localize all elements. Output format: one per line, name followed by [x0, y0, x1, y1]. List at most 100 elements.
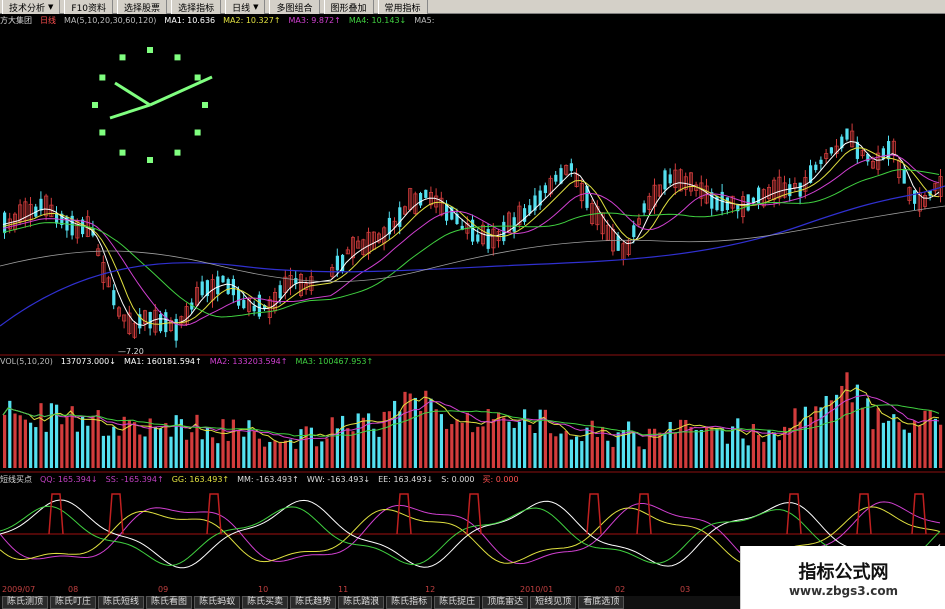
candlestick — [34, 203, 38, 218]
buy-signal-spike — [48, 493, 64, 535]
volume-bar — [606, 440, 610, 468]
watermark-logo: 指标公式网 www.zbgs3.com — [740, 546, 945, 609]
indicator-tab[interactable]: 陈氏指标 — [386, 596, 433, 609]
volume-bar — [637, 446, 641, 468]
toolbar-button-label: F10资料 — [71, 3, 107, 14]
volume-bar — [341, 415, 345, 468]
volume-bar — [595, 436, 599, 468]
volume-bar — [65, 416, 69, 468]
clock-tick — [99, 129, 106, 136]
candlestick — [413, 191, 418, 216]
clock-icon — [92, 47, 213, 163]
toolbar-button-2[interactable]: 选择股票 — [117, 0, 168, 14]
volume-bar — [413, 397, 417, 468]
volume-bar — [351, 431, 355, 468]
candlestick — [81, 216, 85, 238]
volume-bar — [216, 443, 220, 468]
indicator-tab[interactable]: 陈氏叮庄 — [50, 596, 97, 609]
candlestick — [626, 238, 631, 257]
candlestick — [736, 204, 740, 219]
toolbar-button-4[interactable]: 日线 ▼ — [225, 0, 266, 14]
volume-bar — [471, 432, 475, 468]
candlestick — [138, 308, 142, 334]
indicator-tab[interactable]: 顶底雷达 — [482, 596, 529, 609]
vol-ma2: MA2: 133203.594↑ — [209, 357, 288, 366]
toolbar-button-0[interactable]: 技术分析 ▼ — [2, 0, 61, 14]
watermark-title: 指标公式网 — [798, 561, 889, 583]
toolbar-button-5[interactable]: 多图组合 — [269, 0, 320, 14]
candlestick — [923, 192, 928, 210]
candlestick — [101, 255, 106, 290]
volume-bar — [793, 408, 797, 468]
volume-bar — [382, 411, 386, 468]
volume-bar — [845, 372, 849, 468]
volume-bar — [777, 440, 781, 468]
indicator-tab[interactable]: 陈氏踏浪 — [338, 596, 385, 609]
volume-bar — [86, 425, 90, 468]
toolbar-button-1[interactable]: F10资料 — [64, 0, 114, 14]
ma5-line — [0, 185, 945, 327]
candlestick — [699, 175, 704, 207]
volume-bar — [3, 414, 7, 468]
indicator-tab[interactable]: 陈氏看图 — [146, 596, 193, 609]
volume-bar — [689, 426, 693, 468]
candlestick — [226, 277, 230, 296]
indicator-tab[interactable]: 陈氏捉庄 — [434, 596, 481, 609]
buy-signal-spike — [108, 493, 124, 535]
osc-ss: SS: -165.394↑ — [105, 475, 164, 484]
volume-bar — [720, 428, 724, 468]
indicator-tab[interactable]: 陈氏测顶 — [2, 596, 49, 609]
volume-bar — [866, 398, 870, 468]
toolbar-button-label: 日线 — [232, 3, 251, 14]
volume-bar — [91, 415, 95, 468]
candlestick — [356, 236, 361, 249]
clock-tick — [174, 54, 181, 61]
date-tick-label: 2009/07 — [2, 585, 36, 594]
indicator-tab[interactable]: 看底选顶 — [578, 596, 625, 609]
indicator-tab[interactable]: 陈氏蚂蚁 — [194, 596, 241, 609]
candlestick — [757, 185, 761, 210]
toolbar-button-6[interactable]: 图形叠加 — [323, 0, 374, 14]
candlestick — [132, 320, 137, 340]
volume-bar — [855, 384, 859, 468]
candlestick — [39, 191, 43, 215]
buy-signal-spike — [586, 493, 602, 535]
volume-bar — [138, 434, 142, 468]
indicator-tab[interactable]: 陈氏短线 — [98, 596, 145, 609]
candlestick — [496, 228, 501, 248]
volume-bar — [75, 431, 79, 468]
volume-chart[interactable] — [0, 368, 945, 473]
indicator-tab[interactable]: 陈氏趋势 — [290, 596, 337, 609]
date-tick-label: 10 — [258, 585, 269, 594]
candlestick — [486, 223, 490, 253]
volume-bar — [44, 431, 48, 468]
volume-bar — [231, 419, 235, 468]
volume-bar — [918, 425, 922, 468]
volume-bar — [39, 403, 43, 468]
volume-bar — [803, 406, 807, 468]
buy-signal-spike — [636, 493, 652, 535]
clock-tick — [119, 149, 126, 156]
candlestick — [298, 272, 303, 298]
candlestick — [49, 197, 54, 218]
candlestick — [272, 287, 277, 314]
indicator-tab[interactable]: 短线见顶 — [530, 596, 577, 609]
toolbar-button-3[interactable]: 选择指标 — [171, 0, 222, 14]
buy-signal-spike — [786, 493, 802, 535]
indicator-tab[interactable]: 陈氏买卖 — [242, 596, 289, 609]
date-axis: 2009/07 08 09 10 11 12 2010/01 02 03 — [0, 585, 740, 595]
candlestick — [434, 188, 439, 214]
candlestick — [371, 231, 376, 250]
candlestick — [408, 187, 413, 212]
candlestick — [439, 191, 444, 217]
date-tick-label: 02 — [615, 585, 626, 594]
toolbar-button-7[interactable]: 常用指标 — [377, 0, 428, 14]
candlestick — [517, 201, 522, 229]
ma2-value: MA2: 10.327↑ — [223, 16, 281, 25]
candlestick — [793, 177, 798, 193]
candlestick — [777, 169, 782, 206]
candlestick — [678, 168, 683, 192]
volume-bar — [18, 415, 22, 468]
buy-signal-spike — [856, 493, 872, 535]
candlestick — [694, 181, 699, 197]
